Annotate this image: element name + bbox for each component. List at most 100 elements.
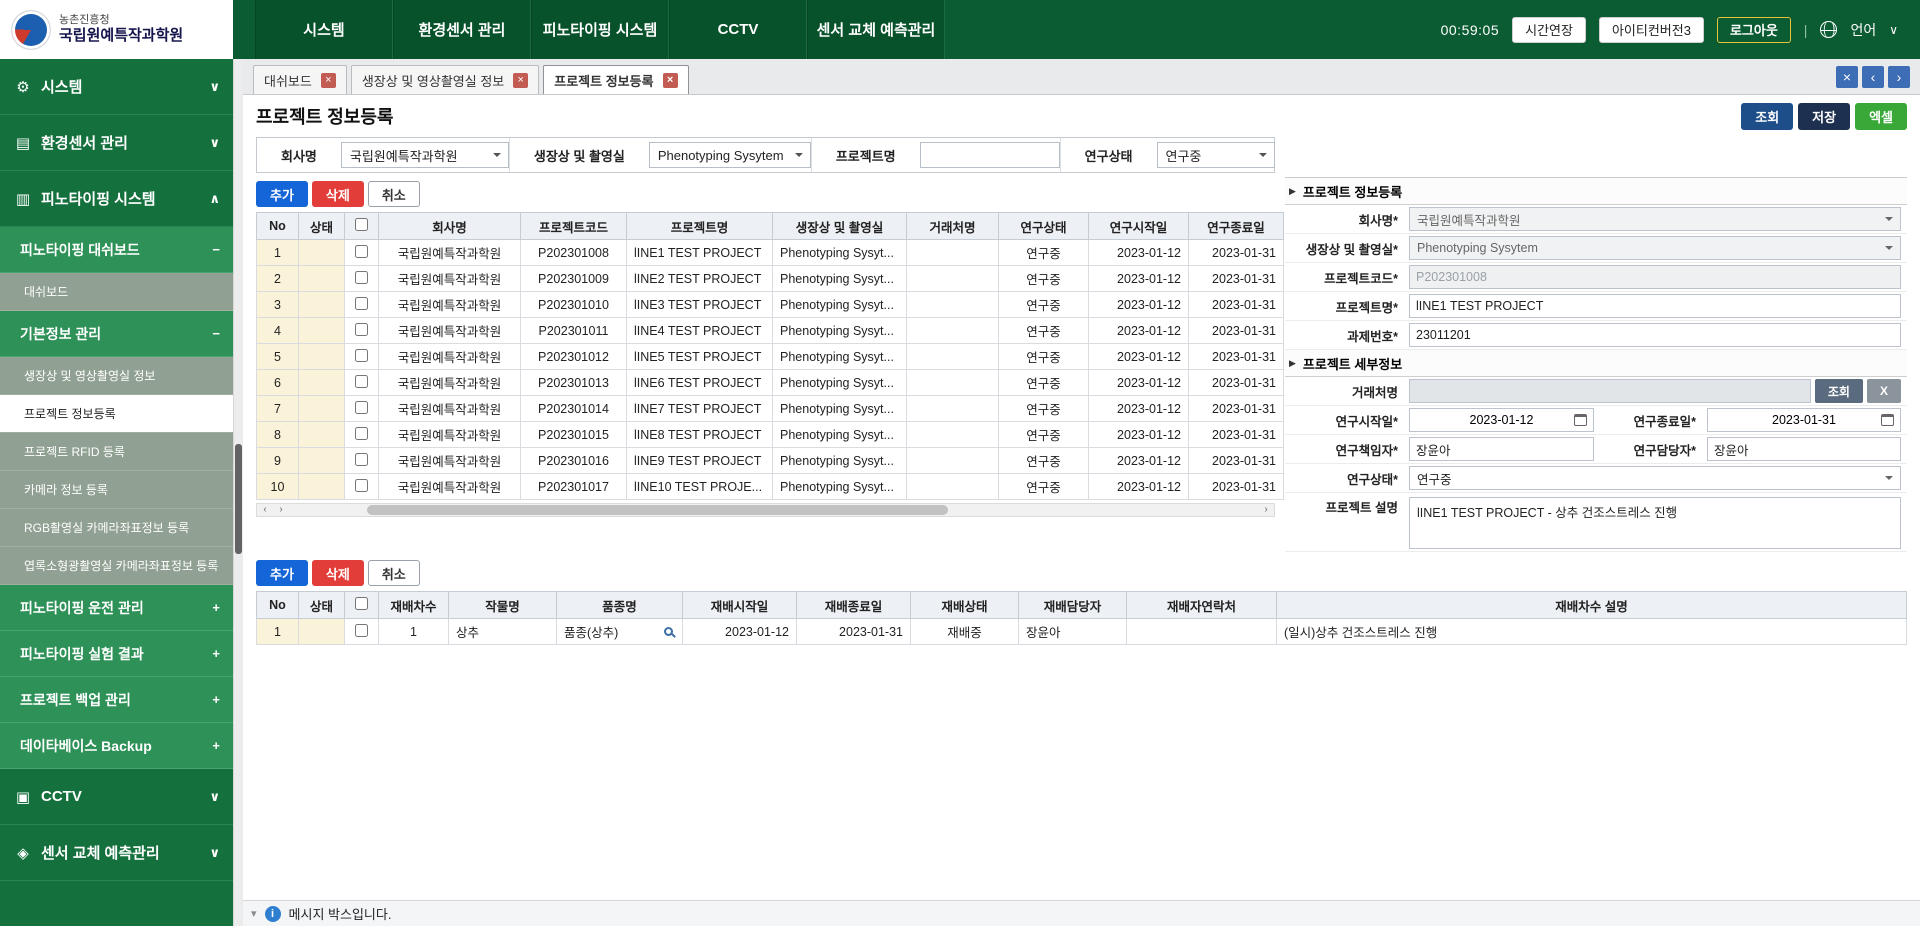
row-checkbox[interactable]: [355, 375, 368, 388]
culture-cancel-button[interactable]: 취소: [368, 560, 420, 586]
row-checkbox[interactable]: [355, 479, 368, 492]
row-checkbox[interactable]: [355, 453, 368, 466]
client-search-button[interactable]: 조회: [1815, 379, 1863, 403]
company-select[interactable]: 국립원예특작과학원: [1409, 207, 1901, 231]
project-row[interactable]: 10 국립원예특작과학원 P202301017 lINE10 TEST PROJ…: [257, 474, 1284, 500]
status-filter-select[interactable]: 연구중: [1157, 142, 1275, 168]
tab-close-icon[interactable]: [513, 73, 528, 88]
top-nav-item[interactable]: 시스템: [255, 0, 393, 59]
sidebar-item[interactable]: ⚙ 시스템 ∨: [0, 59, 233, 115]
sidebar-item[interactable]: ▣ CCTV ∨: [0, 769, 233, 825]
project-row[interactable]: 4 국립원예특작과학원 P202301011 lINE4 TEST PROJEC…: [257, 318, 1284, 344]
delete-button[interactable]: 삭제: [312, 181, 364, 207]
sidebar-item[interactable]: 프로젝트 RFID 등록: [0, 433, 233, 471]
sidebar-item[interactable]: RGB촬영실 카메라좌표정보 등록: [0, 509, 233, 547]
sidebar-item[interactable]: ▥ 피노타이핑 시스템 ∧: [0, 171, 233, 227]
sidebar-item[interactable]: 데이타베이스 Backup +: [0, 723, 233, 769]
row-checkbox[interactable]: [355, 427, 368, 440]
top-nav-item[interactable]: 환경센서 관리: [393, 0, 531, 59]
task-number-field[interactable]: [1409, 323, 1901, 347]
sidebar-item[interactable]: 피노타이핑 실험 결과 +: [0, 631, 233, 677]
top-nav-item[interactable]: 피노타이핑 시스템: [531, 0, 669, 59]
close-all-tabs-button[interactable]: ×: [1836, 66, 1858, 88]
sidebar-item[interactable]: 피노타이핑 운전 관리 +: [0, 585, 233, 631]
scroll-left-icon[interactable]: ‹: [257, 504, 273, 516]
add-button[interactable]: 추가: [256, 181, 308, 207]
sidebar-item[interactable]: 생장상 및 영상촬영실 정보: [0, 357, 233, 395]
sidebar-item[interactable]: ◈ 센서 교체 예측관리 ∨: [0, 825, 233, 881]
sidebar-item[interactable]: 대쉬보드: [0, 273, 233, 311]
row-checkbox[interactable]: [355, 624, 368, 637]
row-checkbox[interactable]: [355, 271, 368, 284]
row-checkbox[interactable]: [355, 401, 368, 414]
sidebar-item[interactable]: 프로젝트 정보등록: [0, 395, 233, 433]
search-icon[interactable]: [664, 627, 673, 636]
logo[interactable]: 농촌진흥청 국립원예특작과학원: [0, 0, 233, 59]
next-tab-button[interactable]: ›: [1888, 66, 1910, 88]
chamber-select[interactable]: Phenotyping Sysytem: [1409, 236, 1901, 260]
client-clear-button[interactable]: X: [1867, 379, 1901, 403]
project-name-input[interactable]: [920, 142, 1060, 168]
search-button[interactable]: 조회: [1741, 103, 1793, 130]
tab-close-icon[interactable]: [663, 73, 678, 88]
row-checkbox[interactable]: [355, 297, 368, 310]
research-status-select[interactable]: 연구중: [1409, 466, 1901, 490]
project-row[interactable]: 6 국립원예특작과학원 P202301013 lINE6 TEST PROJEC…: [257, 370, 1284, 396]
chamber-filter-select[interactable]: Phenotyping Sysytem: [649, 142, 811, 168]
select-all-checkbox[interactable]: [355, 218, 368, 231]
tab[interactable]: 생장상 및 영상촬영실 정보: [351, 65, 539, 94]
leader-field[interactable]: [1409, 437, 1594, 461]
logout-button[interactable]: 로그아웃: [1717, 17, 1791, 43]
select-all-checkbox[interactable]: [355, 597, 368, 610]
tab[interactable]: 프로젝트 정보등록: [543, 65, 688, 94]
row-checkbox[interactable]: [355, 349, 368, 362]
save-button[interactable]: 저장: [1798, 103, 1850, 130]
extend-time-button[interactable]: 시간연장: [1512, 17, 1586, 43]
top-nav-item[interactable]: 센서 교체 예측관리: [807, 0, 945, 59]
scroll-right-icon[interactable]: ›: [1258, 504, 1274, 516]
scrollbar-track[interactable]: [289, 504, 1258, 516]
scrollbar-handle[interactable]: [235, 444, 242, 554]
tab-close-icon[interactable]: [321, 73, 336, 88]
start-date-field[interactable]: 2023-01-12: [1409, 408, 1594, 432]
sidebar-item[interactable]: 피노타이핑 대쉬보드 −: [0, 227, 233, 273]
scroll-left2-icon[interactable]: ›: [273, 504, 289, 516]
content-vertical-scrollbar[interactable]: [233, 59, 243, 926]
description-field[interactable]: lINE1 TEST PROJECT - 상추 건조스트레스 진행: [1409, 497, 1901, 549]
prev-tab-button[interactable]: ‹: [1862, 66, 1884, 88]
manager-field[interactable]: [1707, 437, 1901, 461]
globe-icon[interactable]: [1820, 21, 1837, 38]
row-checkbox[interactable]: [355, 245, 368, 258]
row-checkbox[interactable]: [355, 323, 368, 336]
project-row[interactable]: 5 국립원예특작과학원 P202301012 lINE5 TEST PROJEC…: [257, 344, 1284, 370]
tab[interactable]: 대쉬보드: [253, 65, 347, 94]
sidebar-item[interactable]: 카메라 정보 등록: [0, 471, 233, 509]
top-nav-item[interactable]: CCTV: [669, 0, 807, 59]
account-button[interactable]: 아이티컨버전3: [1599, 17, 1704, 43]
culture-row[interactable]: 1 1 상추 품종(상추) 2023-01-12 2023-01-31: [257, 619, 1907, 645]
scrollbar-handle[interactable]: [367, 505, 948, 515]
language-chevron-icon[interactable]: ∨: [1889, 23, 1898, 37]
project-row[interactable]: 2 국립원예특작과학원 P202301009 lINE2 TEST PROJEC…: [257, 266, 1284, 292]
collapse-arrow-icon[interactable]: ▾: [251, 907, 257, 920]
language-label[interactable]: 언어: [1850, 20, 1876, 40]
calendar-icon[interactable]: [1574, 414, 1587, 426]
company-filter-select[interactable]: 국립원예특작과학원: [341, 142, 509, 168]
calendar-icon[interactable]: [1881, 414, 1894, 426]
sidebar-item[interactable]: 기본정보 관리 −: [0, 311, 233, 357]
culture-add-button[interactable]: 추가: [256, 560, 308, 586]
project-row[interactable]: 7 국립원예특작과학원 P202301014 lINE7 TEST PROJEC…: [257, 396, 1284, 422]
project-name-field[interactable]: [1409, 294, 1901, 318]
excel-button[interactable]: 엑셀: [1855, 103, 1907, 130]
grid-horizontal-scrollbar[interactable]: ‹ › ›: [256, 503, 1275, 517]
project-row[interactable]: 3 국립원예특작과학원 P202301010 lINE3 TEST PROJEC…: [257, 292, 1284, 318]
project-row[interactable]: 1 국립원예특작과학원 P202301008 lINE1 TEST PROJEC…: [257, 240, 1284, 266]
end-date-field[interactable]: 2023-01-31: [1707, 408, 1901, 432]
culture-delete-button[interactable]: 삭제: [312, 560, 364, 586]
sidebar-item[interactable]: 프로젝트 백업 관리 +: [0, 677, 233, 723]
project-row[interactable]: 8 국립원예특작과학원 P202301015 lINE8 TEST PROJEC…: [257, 422, 1284, 448]
cancel-button[interactable]: 취소: [368, 181, 420, 207]
project-row[interactable]: 9 국립원예특작과학원 P202301016 lINE9 TEST PROJEC…: [257, 448, 1284, 474]
sidebar-item[interactable]: 엽록소형광촬영실 카메라좌표정보 등록: [0, 547, 233, 585]
sidebar-item[interactable]: ▤ 환경센서 관리 ∨: [0, 115, 233, 171]
